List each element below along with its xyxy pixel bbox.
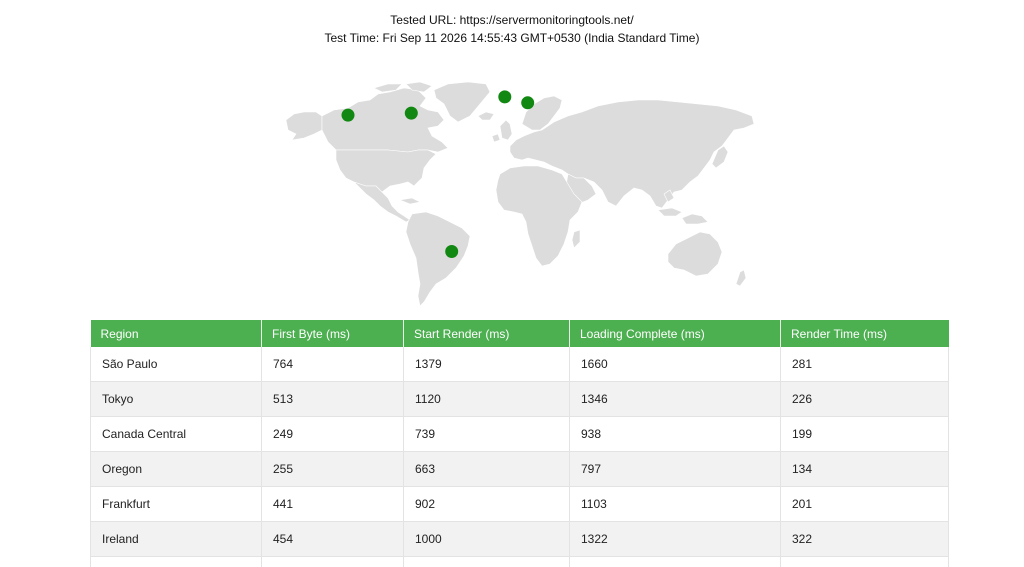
column-header: Start Render (ms) [403, 320, 570, 347]
table-row: Oregon 255 663 797 134 [90, 451, 949, 487]
metric-cell: 764 [261, 347, 404, 382]
metric-cell: 902 [403, 486, 570, 522]
region-cell: Tokyo [90, 381, 262, 417]
region-cell: Ireland [90, 521, 262, 557]
land-iceland [477, 111, 495, 121]
land-australia [667, 231, 723, 277]
metric-cell: 1379 [403, 347, 570, 382]
metric-cell: 1346 [569, 381, 781, 417]
world-map-svg [285, 82, 755, 307]
land-british-isles [491, 119, 513, 143]
region-cell [90, 556, 262, 567]
metric-cell: 199 [780, 416, 949, 452]
metric-cell: 322 [780, 521, 949, 557]
results-table: Region First Byte (ms) Start Render (ms) Lo… [90, 320, 949, 567]
column-header: First Byte (ms) [261, 320, 404, 347]
metric-cell [403, 556, 570, 567]
table-row: São Paulo 764 1379 1660 281 [90, 347, 949, 382]
location-marker[interactable] [404, 106, 418, 120]
metric-cell: 513 [261, 381, 404, 417]
land-new-zealand [735, 269, 747, 287]
table-header-row: Region First Byte (ms) Start Render (ms) Lo… [90, 320, 949, 347]
metric-cell: 1322 [569, 521, 781, 557]
land-canada [321, 87, 449, 153]
land-madagascar [571, 229, 581, 249]
test-info-header: Tested URL: https://servermonitoringtool… [0, 11, 1024, 47]
location-marker[interactable] [341, 108, 355, 122]
metric-cell: 739 [403, 416, 570, 452]
metric-cell: 1103 [569, 486, 781, 522]
table-row: Frankfurt 441 902 1103 201 [90, 486, 949, 522]
metric-cell: 1660 [569, 347, 781, 382]
metric-cell [780, 556, 949, 567]
region-cell: Oregon [90, 451, 262, 487]
metric-cell [569, 556, 781, 567]
location-marker[interactable] [445, 245, 459, 258]
metric-cell: 663 [403, 451, 570, 487]
table-row: Tokyo 513 1120 1346 226 [90, 381, 949, 417]
metric-cell: 1120 [403, 381, 570, 417]
land-alaska [285, 111, 323, 141]
location-marker[interactable] [521, 96, 535, 110]
column-header: Region [90, 320, 262, 347]
land-south-america [405, 211, 471, 307]
metric-cell: 255 [261, 451, 404, 487]
column-header: Loading Complete (ms) [569, 320, 781, 347]
metric-cell: 249 [261, 416, 404, 452]
land-southeast-asia [657, 189, 709, 225]
region-cell: São Paulo [90, 347, 262, 382]
metric-cell: 134 [780, 451, 949, 487]
test-time-text: Test Time: Fri Sep 11 2026 14:55:43 GMT+… [324, 31, 700, 45]
land-caribbean [398, 197, 421, 205]
page: Tested URL: https://servermonitoringtool… [0, 0, 1024, 567]
region-cell: Canada Central [90, 416, 262, 452]
world-map [278, 82, 758, 308]
region-cell: Frankfurt [90, 486, 262, 522]
table-row [90, 556, 949, 567]
metric-cell: 226 [780, 381, 949, 417]
world-map-land [285, 82, 755, 307]
location-marker[interactable] [498, 90, 512, 104]
metric-cell: 441 [261, 486, 404, 522]
metric-cell: 938 [569, 416, 781, 452]
metric-cell: 1000 [403, 521, 570, 557]
metric-cell: 201 [780, 486, 949, 522]
tested-url-text: Tested URL: https://servermonitoringtool… [390, 13, 634, 27]
land-usa [335, 149, 437, 193]
metric-cell: 454 [261, 521, 404, 557]
column-header: Render Time (ms) [780, 320, 949, 347]
metric-cell: 797 [569, 451, 781, 487]
table-row: Ireland 454 1000 1322 322 [90, 521, 949, 557]
metric-cell [261, 556, 404, 567]
metric-cell: 281 [780, 347, 949, 382]
table-row: Canada Central 249 739 938 199 [90, 416, 949, 452]
table-body: São Paulo 764 1379 1660 281 Tokyo 513 1120 1346 2… [90, 347, 949, 567]
